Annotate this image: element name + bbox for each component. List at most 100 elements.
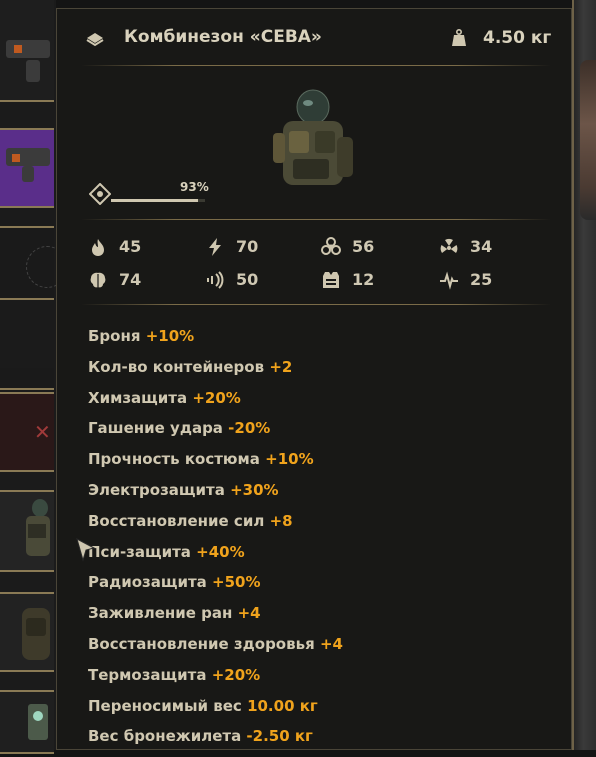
bonus-value: +20% — [192, 388, 241, 407]
rifle-magazine — [26, 60, 40, 82]
lightning-icon — [209, 238, 221, 256]
mouse-cursor-icon — [76, 538, 96, 562]
cross-icon: ✕ — [34, 420, 51, 444]
suit-image — [273, 89, 353, 185]
bonus-value: +40% — [196, 542, 245, 561]
durability-bar — [111, 199, 205, 202]
bonus-value: 10.00 кг — [247, 696, 318, 715]
bonus-value: +20% — [211, 665, 261, 684]
bonus-value: +10% — [145, 327, 195, 345]
bonus-value: +30% — [230, 480, 279, 499]
device-icon — [28, 704, 48, 740]
bonus-name: Броня — [88, 327, 141, 345]
biohazard-icon — [321, 237, 341, 255]
resistance-value: 74 — [119, 270, 142, 289]
durability-icon — [89, 183, 111, 205]
bonus-value: +50% — [212, 573, 261, 592]
bonus-row: Прочность костюма +10% — [88, 449, 343, 480]
bonus-row: Химзащита +20% — [88, 388, 343, 419]
character-portrait — [580, 60, 596, 220]
item-tooltip: Комбинезон «СЕВА» 4.50 кг 93% 45 70 56 3… — [56, 8, 572, 750]
bonus-value: -20% — [228, 419, 271, 438]
bonus-name: Восстановление сил — [88, 511, 265, 530]
divider — [81, 219, 551, 220]
resistance-armor: 12 — [321, 270, 431, 292]
inventory-slot-suit[interactable] — [0, 490, 54, 572]
inventory-slot-weapon[interactable] — [0, 0, 54, 102]
rifle-icon — [6, 40, 50, 58]
item-weight: 4.50 кг — [483, 28, 552, 48]
bonus-row: Термозащита +20% — [88, 665, 343, 696]
bonus-value: +2 — [269, 357, 293, 376]
resistance-radiation: 34 — [439, 237, 549, 259]
bonus-row: Кол-во контейнеров +2 — [88, 357, 343, 388]
inventory-slot-empty[interactable] — [0, 226, 68, 300]
inventory-slot-locked[interactable]: ✕ — [0, 392, 54, 472]
brain-psy-icon — [90, 272, 106, 288]
bonus-list: Броня +10% Кол-во контейнеров +2 Химзащита… — [88, 326, 343, 757]
bonus-row: Восстановление здоровья +4 — [88, 634, 343, 665]
backpack-icon — [22, 608, 50, 660]
divider — [81, 304, 551, 305]
outfit-category-icon — [86, 33, 104, 47]
smg-magazine — [22, 166, 34, 182]
bonus-name: Термозащита — [88, 665, 207, 684]
heartbeat-icon — [440, 271, 458, 290]
resistance-electric: 70 — [205, 237, 315, 259]
bonus-row: Радиозащита +50% — [88, 572, 343, 603]
suit-thumbnail-icon — [26, 499, 50, 556]
bonus-name: Пси-защита — [88, 542, 191, 561]
smg-accent — [12, 154, 20, 162]
bonus-name: Кол-во контейнеров — [88, 357, 265, 376]
shockwave-icon — [207, 271, 224, 289]
tooltip-header: Комбинезон «СЕВА» 4.50 кг — [57, 9, 571, 67]
bonus-row: Броня +10% — [88, 326, 343, 357]
resistance-value: 45 — [119, 237, 142, 256]
inventory-strip: ✕ — [0, 0, 68, 754]
inventory-slot-device[interactable] — [0, 690, 54, 754]
fire-icon — [92, 239, 104, 256]
resistance-fire: 45 — [88, 237, 198, 259]
bonus-name: Химзащита — [88, 388, 188, 407]
resistance-impact: 50 — [205, 270, 315, 292]
durability-bar-fill — [111, 199, 199, 202]
inventory-slot-blank[interactable] — [0, 368, 54, 390]
inventory-slot-smg[interactable] — [0, 128, 54, 208]
bonus-value: +10% — [265, 450, 314, 469]
bonus-name: Заживление ран — [88, 604, 233, 623]
durability-value: 93% — [180, 180, 209, 194]
vest-armor-icon — [323, 272, 339, 288]
bonus-row: Электрозащита +30% — [88, 480, 343, 511]
rifle-accent — [14, 45, 22, 53]
resistance-value: 70 — [236, 237, 259, 256]
bonus-name: Вес бронежилета — [88, 727, 242, 746]
resistance-value: 34 — [470, 237, 493, 256]
resistance-value: 12 — [352, 270, 375, 289]
bonus-value: -2.50 кг — [246, 727, 313, 746]
bonus-row: Вес бронежилета -2.50 кг — [88, 726, 343, 757]
bonus-name: Гашение удара — [88, 419, 223, 438]
bonus-row: Восстановление сил +8 — [88, 511, 343, 542]
inventory-slot-backpack[interactable] — [0, 592, 54, 672]
bonus-name: Прочность костюма — [88, 450, 260, 469]
bonus-name: Восстановление здоровья — [88, 634, 315, 653]
bonus-name: Радиозащита — [88, 573, 207, 592]
resistance-value: 56 — [352, 237, 375, 256]
item-name: Комбинезон «СЕВА» — [124, 27, 322, 47]
bonus-value: +4 — [237, 604, 261, 623]
bonus-row: Гашение удара -20% — [88, 418, 343, 449]
radiation-icon — [440, 238, 458, 253]
resistance-value: 50 — [236, 270, 259, 289]
character-preview — [572, 0, 596, 750]
resistance-chemical: 56 — [321, 237, 431, 259]
bonus-name: Электрозащита — [88, 480, 225, 499]
bonus-value: +4 — [319, 634, 343, 653]
bonus-row: Переносимый вес 10.00 кг — [88, 696, 343, 727]
bonus-row: Заживление ран +4 — [88, 603, 343, 634]
bonus-row: Пси-защита +40% — [88, 542, 343, 573]
bonus-name: Переносимый вес — [88, 696, 242, 715]
weight-icon — [452, 29, 466, 46]
divider — [81, 65, 551, 66]
bonus-value: +8 — [269, 511, 293, 530]
resistance-bleeding: 25 — [439, 270, 549, 292]
